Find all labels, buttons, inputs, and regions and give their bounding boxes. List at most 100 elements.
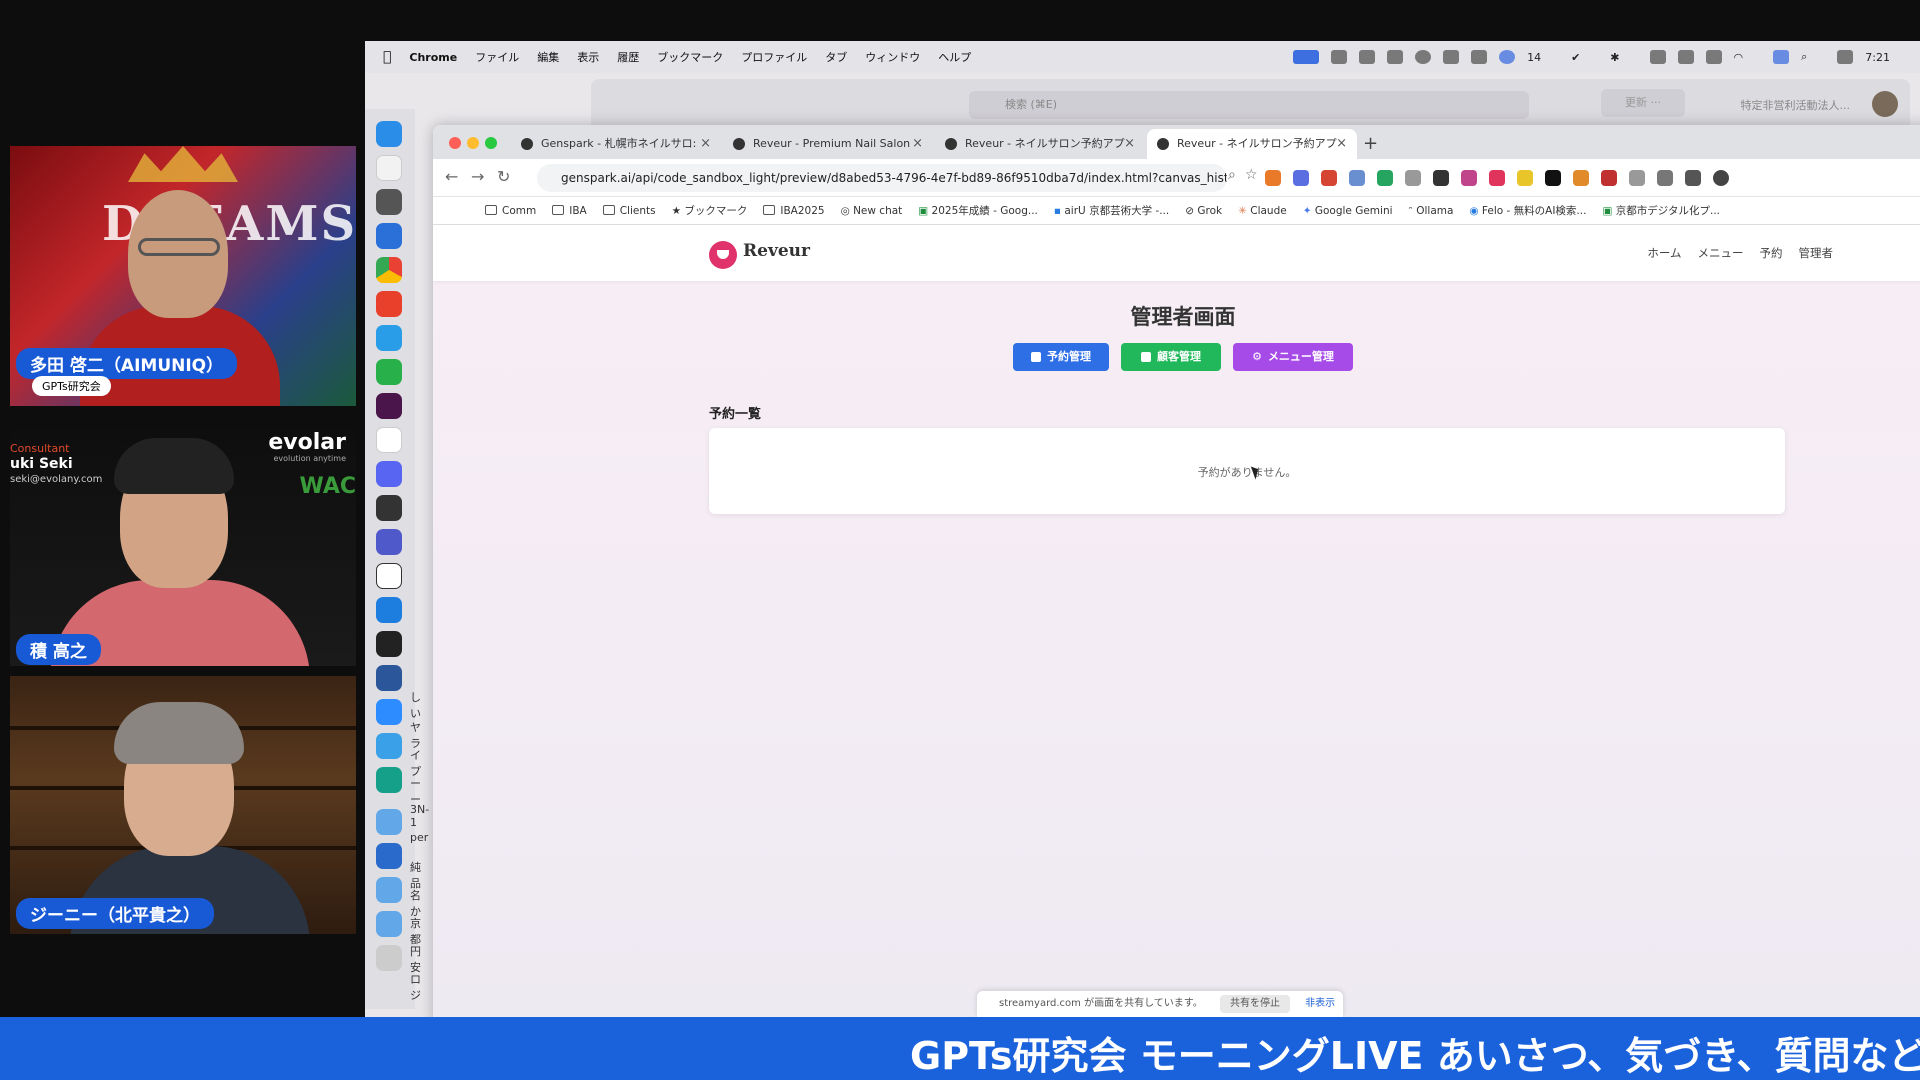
extension-icon[interactable] bbox=[1265, 170, 1281, 186]
extension-icon[interactable] bbox=[1433, 170, 1449, 186]
extension-icon[interactable] bbox=[1629, 170, 1645, 186]
status-icon[interactable] bbox=[1649, 50, 1666, 64]
apple-icon[interactable]:  bbox=[383, 49, 391, 65]
minimize-window-icon[interactable] bbox=[467, 137, 479, 149]
control-center-icon[interactable] bbox=[1837, 50, 1854, 64]
extension-icon[interactable] bbox=[1489, 170, 1505, 186]
background-search-field[interactable]: 検索 (⌘E) bbox=[969, 91, 1529, 119]
menu-management-button[interactable]: ⚙ メニュー管理 bbox=[1233, 343, 1353, 371]
close-icon[interactable]: × bbox=[912, 129, 923, 159]
bookmark-item[interactable]: Comm bbox=[485, 204, 536, 217]
word-icon[interactable] bbox=[376, 665, 402, 691]
app-icon[interactable] bbox=[376, 223, 402, 249]
reload-icon[interactable]: ↻ bbox=[497, 167, 510, 186]
menu-item-tab[interactable]: タブ bbox=[825, 49, 847, 65]
reservation-management-button[interactable]: 予約管理 bbox=[1013, 343, 1109, 371]
close-icon[interactable]: × bbox=[700, 129, 711, 159]
app-icon[interactable] bbox=[376, 597, 402, 623]
camera-icon[interactable] bbox=[1405, 170, 1421, 186]
bookmark-item[interactable]: ⊘ Grok bbox=[1185, 205, 1222, 217]
menu-item-view[interactable]: 表示 bbox=[577, 49, 599, 65]
avatar[interactable] bbox=[1872, 91, 1898, 117]
nav-link-home[interactable]: ホーム bbox=[1647, 245, 1681, 261]
bookmark-item[interactable]: ▪ airU 京都芸術大学 -... bbox=[1054, 203, 1169, 218]
close-icon[interactable]: × bbox=[1124, 129, 1135, 159]
bookmark-item[interactable]: Clients bbox=[602, 204, 656, 217]
nav-link-reserve[interactable]: 予約 bbox=[1760, 245, 1783, 261]
notes-icon[interactable] bbox=[376, 155, 402, 181]
menu-item-history[interactable]: 履歴 bbox=[617, 49, 639, 65]
bookmark-item[interactable]: ✦ Google Gemini bbox=[1303, 205, 1393, 217]
bookmark-item[interactable]: ▣ 2025年成績 - Goog... bbox=[918, 203, 1038, 218]
bluetooth-icon[interactable]: ✱ bbox=[1610, 51, 1619, 64]
app-icon[interactable] bbox=[376, 631, 402, 657]
close-icon[interactable]: × bbox=[1336, 129, 1347, 159]
finder-icon[interactable] bbox=[376, 121, 402, 147]
extension-icon[interactable] bbox=[1573, 170, 1589, 186]
status-icon[interactable] bbox=[1387, 50, 1404, 64]
zoom-icon[interactable]: ⌕ bbox=[1228, 167, 1236, 183]
checkmark-icon[interactable]: ✔ bbox=[1571, 51, 1580, 64]
menu-item-edit[interactable]: 編集 bbox=[537, 49, 559, 65]
dropbox-icon[interactable] bbox=[1443, 50, 1460, 64]
new-tab-icon[interactable]: + bbox=[1363, 129, 1378, 159]
reveur-logo-icon[interactable] bbox=[709, 241, 737, 269]
extension-icon[interactable] bbox=[1517, 170, 1533, 186]
zoom-icon[interactable] bbox=[376, 699, 402, 725]
bookmark-item[interactable]: ◎ New chat bbox=[841, 205, 903, 217]
nav-link-menu[interactable]: メニュー bbox=[1698, 245, 1744, 261]
messages-icon[interactable] bbox=[376, 359, 402, 385]
hide-share-bar-link[interactable]: 非表示 bbox=[1305, 998, 1335, 1009]
browser-tab[interactable]: Genspark - 札幌市ネイルサロ: × bbox=[511, 129, 721, 159]
stop-sharing-button[interactable]: 共有を停止 bbox=[1219, 995, 1290, 1013]
browser-tab[interactable]: Reveur - Premium Nail Salon × bbox=[723, 129, 933, 159]
app-icon[interactable] bbox=[376, 843, 402, 869]
status-icon[interactable] bbox=[1677, 50, 1694, 64]
discord-icon[interactable] bbox=[376, 461, 402, 487]
bookmark-item[interactable]: IBA bbox=[552, 204, 587, 217]
extension-icon[interactable] bbox=[1601, 170, 1617, 186]
extensions-puzzle-icon[interactable] bbox=[1685, 170, 1701, 186]
chatgpt-icon[interactable] bbox=[376, 495, 402, 521]
app-icon[interactable] bbox=[376, 733, 402, 759]
extension-icon[interactable] bbox=[1657, 170, 1673, 186]
close-window-icon[interactable] bbox=[449, 137, 461, 149]
wifi-icon[interactable]: ◠ bbox=[1734, 51, 1744, 64]
app-icon[interactable] bbox=[376, 767, 402, 793]
notification-icon[interactable] bbox=[1499, 50, 1516, 64]
menu-item-profile[interactable]: プロファイル bbox=[741, 49, 807, 65]
site-logo-text[interactable]: Reveur bbox=[743, 241, 810, 261]
bookmark-item[interactable]: ᵔ Ollama bbox=[1409, 205, 1454, 217]
status-icon[interactable] bbox=[1415, 50, 1432, 64]
bookmark-item[interactable]: ▣ 京都市デジタル化プ... bbox=[1602, 203, 1720, 218]
chrome-icon[interactable] bbox=[376, 257, 402, 283]
profile-avatar[interactable] bbox=[1713, 170, 1729, 186]
trash-icon[interactable] bbox=[376, 945, 402, 971]
screen-share-icon[interactable] bbox=[1293, 50, 1320, 64]
todo-icon[interactable] bbox=[376, 291, 402, 317]
extension-icon[interactable] bbox=[1461, 170, 1477, 186]
slack-icon[interactable] bbox=[376, 393, 402, 419]
search-icon[interactable]: ⌕ bbox=[1801, 50, 1807, 64]
bookmark-item[interactable]: IBA2025 bbox=[763, 204, 825, 217]
bookmark-item[interactable]: ★ ブックマーク bbox=[672, 203, 748, 218]
menu-item-bookmarks[interactable]: ブックマーク bbox=[657, 49, 723, 65]
extension-icon[interactable] bbox=[1349, 170, 1365, 186]
folder-icon[interactable] bbox=[376, 809, 402, 835]
notion-icon[interactable] bbox=[1545, 170, 1561, 186]
browser-tab[interactable]: Reveur - ネイルサロン予約アプ × bbox=[935, 129, 1145, 159]
app-icon[interactable] bbox=[376, 325, 402, 351]
input-method-icon[interactable] bbox=[1773, 50, 1790, 64]
star-icon[interactable]: ☆ bbox=[1245, 167, 1258, 183]
menu-item-file[interactable]: ファイル bbox=[475, 49, 519, 65]
extension-icon[interactable] bbox=[1377, 170, 1393, 186]
calendar-icon[interactable] bbox=[376, 427, 402, 453]
zoom-window-icon[interactable] bbox=[485, 137, 497, 149]
status-icon[interactable] bbox=[1331, 50, 1348, 64]
browser-tab-active[interactable]: Reveur - ネイルサロン予約アプ × bbox=[1147, 129, 1357, 159]
teams-icon[interactable] bbox=[376, 529, 402, 555]
folder-icon[interactable] bbox=[376, 877, 402, 903]
forward-icon[interactable]: → bbox=[471, 167, 484, 186]
background-update-button[interactable]: 更新 ··· bbox=[1601, 89, 1685, 117]
shield-icon[interactable] bbox=[1471, 50, 1488, 64]
